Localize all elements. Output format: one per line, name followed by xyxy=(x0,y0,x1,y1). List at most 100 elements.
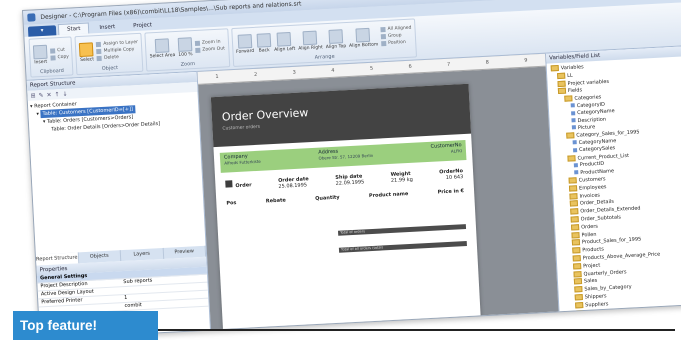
variable-label: Sales xyxy=(583,278,598,285)
group-zoom: Select Area 100 % Zoom In Zoom Out Zoom xyxy=(144,28,230,72)
variable-label: Fields xyxy=(567,87,583,95)
assign-layer-button[interactable]: Assign to Layer xyxy=(96,40,138,48)
variable-label: CategoryID xyxy=(576,101,606,110)
variable-label: LL xyxy=(567,72,573,79)
zoom-out-icon xyxy=(195,47,201,53)
folder-icon xyxy=(575,309,584,316)
order-icon xyxy=(225,180,233,188)
folder-icon xyxy=(573,278,583,285)
folder-icon xyxy=(572,247,581,254)
align-icon xyxy=(380,27,386,33)
variable-label: Customers xyxy=(578,176,606,184)
variable-label: User variables xyxy=(573,316,610,325)
variables-tree: Variables LL Project variables Fields Catego… xyxy=(547,56,681,328)
scissors-icon xyxy=(50,47,56,54)
folder-icon xyxy=(564,95,573,102)
cut-button[interactable]: Cut xyxy=(50,47,69,54)
field-icon xyxy=(572,140,577,145)
folder-icon xyxy=(573,270,582,278)
designer-screenshot: Designer - C:\Program Files (x86)\combit… xyxy=(22,0,681,340)
tab-insert[interactable]: Insert xyxy=(91,22,123,34)
report-page[interactable]: Order Overview Customer orders Company Al… xyxy=(210,83,482,337)
copy-button[interactable]: Copy xyxy=(50,54,69,61)
delete-icon[interactable]: ✕ xyxy=(46,91,51,98)
delete-icon xyxy=(96,55,103,62)
group-object: Select Assign to Layer Multiple Copy Del… xyxy=(74,32,144,76)
folder-icon xyxy=(557,80,566,87)
structure-tree: ▾ Report Container ▾ Table: Customers [C… xyxy=(28,92,206,255)
group-arrange: Forward Back Align Left Align Right Alig… xyxy=(230,18,417,68)
zoom-out-button[interactable]: Zoom Out xyxy=(195,46,225,53)
field-icon xyxy=(571,118,576,123)
insert-button[interactable]: Insert xyxy=(32,44,48,65)
align-bottom-icon xyxy=(355,27,371,43)
design-canvas[interactable]: 123456789 Order Overview Customer orders… xyxy=(197,53,559,337)
zoom-icon xyxy=(177,36,193,52)
move-up-icon[interactable]: ↑ xyxy=(54,91,59,98)
position-icon xyxy=(381,40,387,47)
copy-icon xyxy=(50,54,56,61)
tab-project[interactable]: Project xyxy=(125,20,160,32)
variable-label: Quarterly_Orders xyxy=(583,268,627,277)
folder-icon xyxy=(573,262,582,270)
edit-icon[interactable]: ✎ xyxy=(38,91,43,98)
group-button[interactable]: Group xyxy=(380,33,412,40)
delete-button[interactable]: Delete xyxy=(96,54,139,62)
align-bottom-button[interactable]: Align Bottom xyxy=(348,27,378,48)
folder-icon xyxy=(557,88,567,95)
folder-icon xyxy=(567,154,576,162)
folder-icon xyxy=(550,64,559,72)
zoom-100-button[interactable]: 100 % xyxy=(177,36,193,57)
copy-icon xyxy=(96,48,102,55)
multiple-copy-button[interactable]: Multiple Copy xyxy=(96,47,139,55)
variable-label: CategoryName xyxy=(577,108,615,117)
zoom-in-button[interactable]: Zoom In xyxy=(194,39,225,46)
align-left-button[interactable]: Align Left xyxy=(273,31,295,52)
align-top-button[interactable]: Align Top xyxy=(325,28,346,50)
app-menu-button[interactable]: ▾ xyxy=(27,25,57,37)
align-top-icon xyxy=(328,28,343,44)
select-button[interactable]: Select xyxy=(79,41,94,63)
folder-icon xyxy=(570,223,580,231)
variable-label: Project xyxy=(583,262,601,270)
group-label: Clipboard xyxy=(39,67,65,76)
field-icon xyxy=(571,110,576,116)
top-feature-badge: Top feature! xyxy=(13,311,158,340)
folder-icon xyxy=(571,239,581,246)
variable-label: Order_Subtotals xyxy=(580,214,622,223)
folder-icon xyxy=(568,177,577,184)
folder-icon xyxy=(574,286,583,293)
folder-icon xyxy=(570,216,579,223)
folder-icon xyxy=(571,231,580,239)
left-panel: Report Structure ⊞ ✎ ✕ ↑ ↓ ▾ Report Containe… xyxy=(26,71,211,339)
folder-icon xyxy=(566,132,575,139)
variable-label: CategorySales xyxy=(578,145,616,154)
variable-label: Sales_by_Category xyxy=(584,284,632,293)
variable-label: Pollen xyxy=(581,231,597,239)
all-aligned-button[interactable]: All Aligned xyxy=(380,26,412,33)
field-icon xyxy=(574,170,579,175)
align-right-button[interactable]: Align Right xyxy=(297,30,323,51)
main-area: Report Structure ⊞ ✎ ✕ ↑ ↓ ▾ Report Containe… xyxy=(26,46,681,339)
tab-start[interactable]: Start xyxy=(57,22,90,36)
variable-label: ProductID xyxy=(579,161,605,169)
variable-label: ProductName xyxy=(580,167,615,176)
layer-icon xyxy=(96,41,102,48)
folder-icon xyxy=(569,192,578,200)
variable-label: Description xyxy=(577,116,607,124)
variable-item[interactable]: User variables xyxy=(563,311,681,326)
zoom-in-icon xyxy=(194,40,201,46)
field-icon xyxy=(573,162,578,168)
select-area-button[interactable]: Select Area xyxy=(149,37,175,59)
total-orders-bar: Total of orders xyxy=(337,224,467,236)
field-icon xyxy=(572,147,578,153)
back-button[interactable]: Back xyxy=(256,32,271,54)
move-down-icon[interactable]: ↓ xyxy=(62,90,67,97)
folder-icon xyxy=(569,200,579,207)
forward-button[interactable]: Forward xyxy=(235,33,254,54)
variable-label: Variables xyxy=(560,64,584,72)
cursor-icon xyxy=(79,41,94,57)
add-icon[interactable]: ⊞ xyxy=(30,92,35,99)
report-header: Order Overview Customer orders xyxy=(210,83,472,148)
position-button[interactable]: Position xyxy=(381,40,412,47)
